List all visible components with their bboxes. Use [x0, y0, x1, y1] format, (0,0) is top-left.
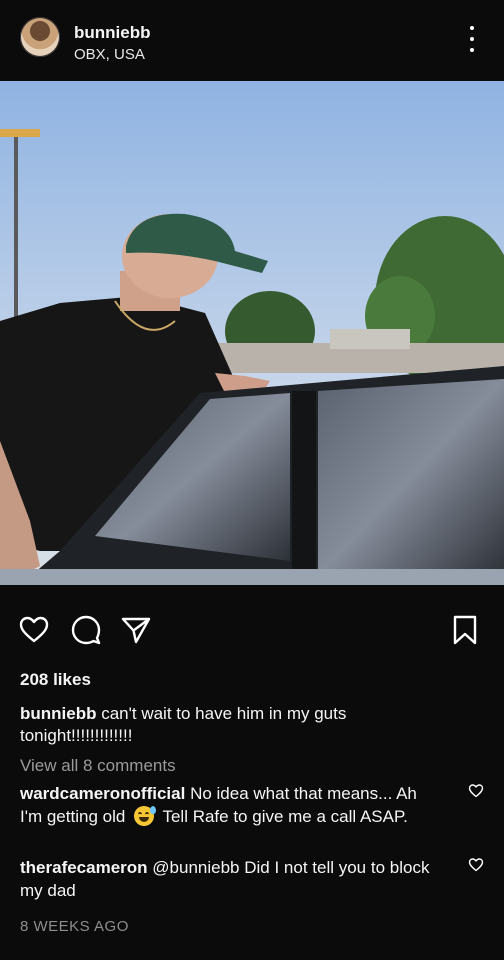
comment-text-continued: Tell Rafe to give me a call ASAP. — [162, 807, 408, 826]
comment-username[interactable]: wardcameronofficial — [20, 784, 185, 803]
heart-icon[interactable] — [18, 614, 50, 646]
more-dot — [470, 26, 474, 30]
post-caption: bunniebb can't wait to have him in my gu… — [20, 703, 460, 747]
header-username[interactable]: bunniebb — [74, 24, 150, 42]
likes-count[interactable]: 208 likes — [20, 670, 91, 690]
profile-avatar[interactable] — [20, 17, 60, 57]
more-dot — [470, 48, 474, 52]
photo-illustration — [0, 81, 504, 585]
paper-plane-icon[interactable] — [120, 614, 152, 646]
caption-username[interactable]: bunniebb — [20, 704, 96, 723]
comment-item: wardcameronofficial No idea what that me… — [20, 782, 440, 828]
comment-like-heart-icon[interactable] — [468, 857, 484, 873]
post-header: bunniebb OBX, USA — [0, 0, 504, 80]
comment-like-heart-icon[interactable] — [468, 783, 484, 799]
header-location[interactable]: OBX, USA — [74, 47, 145, 63]
bookmark-icon[interactable] — [449, 614, 481, 646]
comment-icon[interactable] — [70, 614, 102, 646]
comment-item: therafecameron @bunniebb Did I not tell … — [20, 856, 440, 902]
post-photo[interactable] — [0, 81, 504, 585]
view-all-comments-link[interactable]: View all 8 comments — [20, 756, 176, 776]
comment-username[interactable]: therafecameron — [20, 858, 148, 877]
more-options-icon[interactable] — [468, 26, 476, 52]
more-dot — [470, 37, 474, 41]
sweat-smile-emoji-icon — [134, 806, 157, 826]
post-timestamp: 8 WEEKS AGO — [20, 918, 129, 935]
